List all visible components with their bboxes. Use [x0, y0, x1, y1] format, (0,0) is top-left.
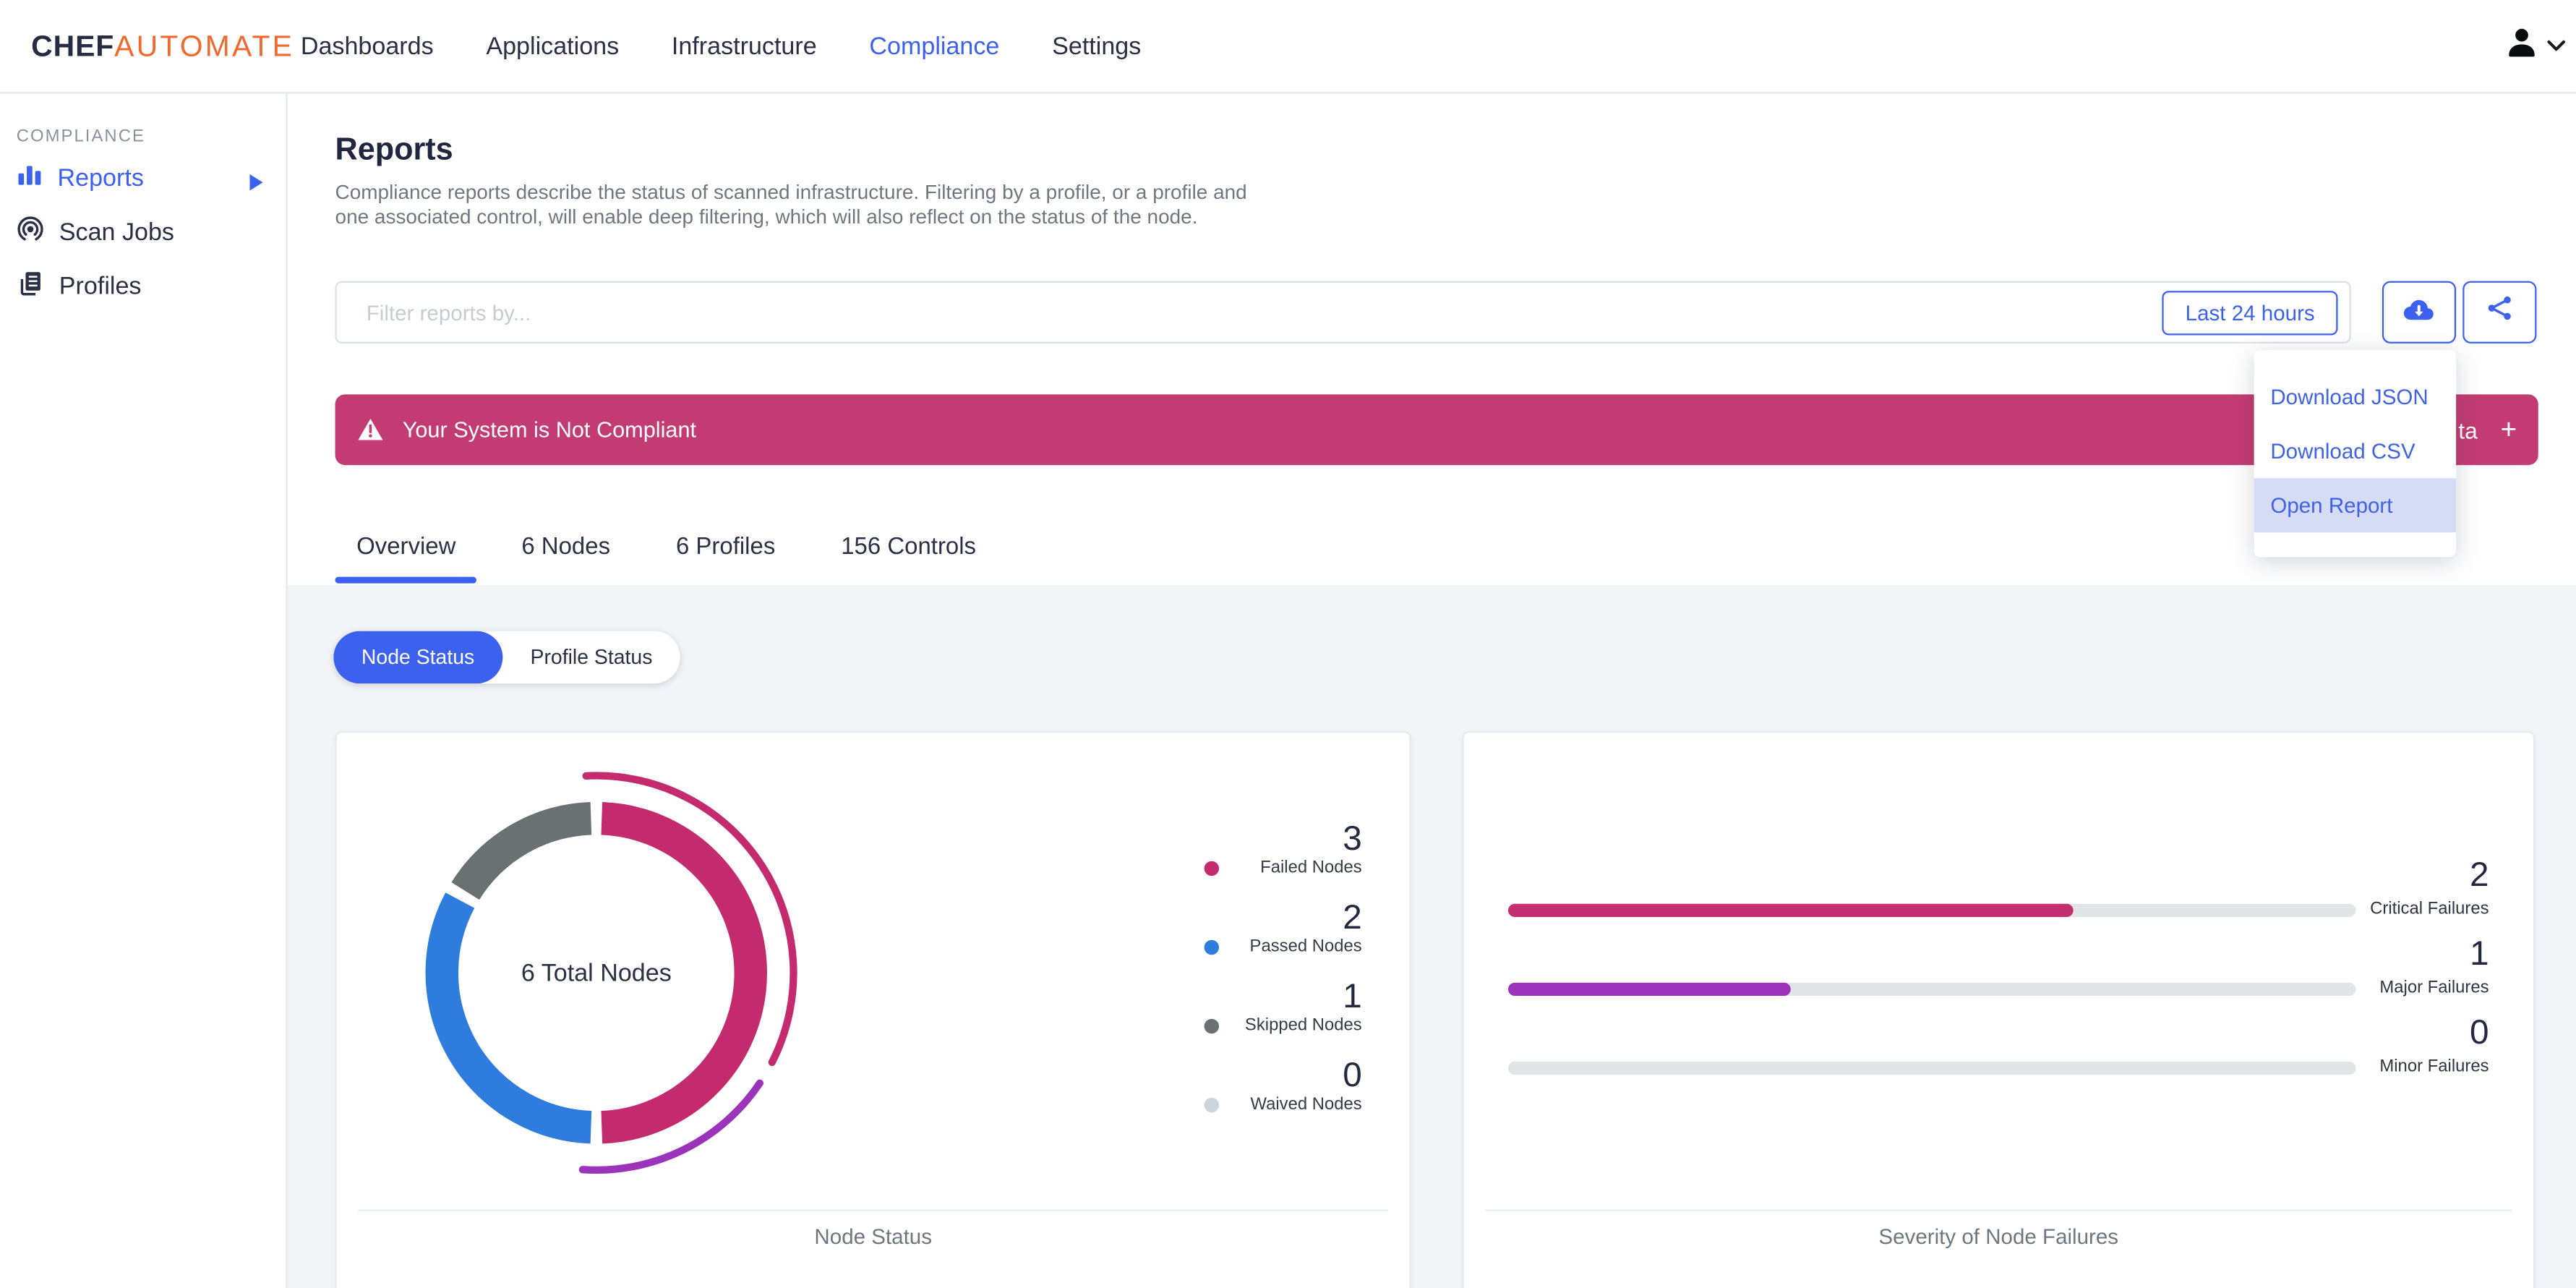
bar-label: Major Failures [2379, 978, 2489, 998]
menu-item-open-report[interactable]: Open Report [2254, 478, 2457, 533]
page-description: Compliance reports describe the status o… [335, 181, 1247, 229]
tab-profiles[interactable]: 6 Profiles [654, 508, 796, 585]
bar-label: Minor Failures [2379, 1057, 2489, 1077]
legend-item-waived: 0 Waived Nodes [1204, 1057, 1362, 1135]
compliance-banner: Your System is Not Compliant ta + [335, 394, 2538, 466]
warning-icon [356, 417, 385, 442]
page-title: Reports [335, 133, 453, 168]
page-description-line1: Compliance reports describe the status o… [335, 180, 1247, 204]
time-range-button[interactable]: Last 24 hours [2162, 291, 2338, 336]
node-status-caption: Node Status [814, 1224, 933, 1249]
critical-bar-fill [1507, 903, 2074, 917]
legend-label: Failed Nodes [1260, 858, 1362, 878]
node-status-donut-chart: 6 Total Nodes [367, 743, 826, 1203]
passed-dot-icon [1204, 939, 1220, 955]
filter-bar: Last 24 hours [335, 281, 2351, 344]
bar-track [1507, 1061, 2356, 1075]
nav-dashboards[interactable]: Dashboards [301, 33, 434, 61]
legend-value: 3 [1343, 819, 1362, 858]
tab-nodes[interactable]: 6 Nodes [500, 508, 632, 585]
sidebar-item-profiles[interactable]: Profiles [17, 265, 286, 307]
bar-label: Critical Failures [2370, 898, 2489, 919]
divider [1485, 1209, 2512, 1211]
legend-value: 2 [1343, 898, 1362, 937]
banner-message: Your System is Not Compliant [402, 417, 697, 443]
plus-icon[interactable]: + [2501, 413, 2517, 445]
bar-value: 0 [2470, 1014, 2489, 1052]
sidebar-item-scan-jobs[interactable]: Scan Jobs [17, 210, 286, 253]
user-menu[interactable] [2504, 0, 2566, 94]
bar-value: 2 [2470, 856, 2489, 895]
legend-label: Waived Nodes [1250, 1094, 1362, 1114]
cloud-download-icon [2402, 295, 2436, 330]
nav-compliance[interactable]: Compliance [869, 33, 999, 61]
skipped-dot-icon [1204, 1018, 1220, 1034]
download-button[interactable] [2382, 281, 2457, 344]
banner-right-group: ta + [2458, 413, 2517, 445]
major-failures-row: 1 Major Failures [1507, 935, 2489, 1028]
failed-dot-icon [1204, 861, 1220, 877]
report-tabs: Overview 6 Nodes 6 Profiles 156 Controls [335, 508, 998, 585]
tab-controls[interactable]: 156 Controls [820, 508, 998, 585]
sidebar: COMPLIANCE Reports Scan Jobs Profiles [0, 93, 288, 1288]
toggle-profile-status[interactable]: Profile Status [502, 631, 680, 684]
primary-nav: Dashboards Applications Infrastructure C… [301, 0, 1141, 94]
share-button[interactable] [2462, 281, 2537, 344]
top-nav-bar: CHEF AUTOMATE Dashboards Applications Inf… [0, 0, 2576, 94]
sidebar-item-label: Reports [57, 163, 144, 192]
divider [358, 1209, 1389, 1211]
minor-failures-row: 0 Minor Failures [1507, 1014, 2489, 1107]
waived-dot-icon [1204, 1097, 1220, 1113]
main-content: Reports Compliance reports describe the … [287, 93, 2576, 1288]
sidebar-item-label: Profiles [59, 272, 142, 300]
legend-item-passed: 2 Passed Nodes [1204, 899, 1362, 978]
node-status-legend: 3 Failed Nodes 2 Passed Nodes 1 Skipped … [1204, 820, 1362, 1135]
nav-settings[interactable]: Settings [1052, 33, 1141, 61]
chef-automate-app: CHEF AUTOMATE Dashboards Applications Inf… [0, 0, 2576, 1288]
sidebar-item-reports[interactable]: Reports [17, 156, 286, 199]
legend-item-skipped: 1 Skipped Nodes [1204, 978, 1362, 1057]
logo-automate: AUTOMATE [114, 29, 295, 63]
nav-applications[interactable]: Applications [486, 33, 619, 61]
node-status-card: 6 Total Nodes 3 Failed Nodes 2 Passed No… [335, 731, 1411, 1288]
severity-caption: Severity of Node Failures [1878, 1224, 2119, 1249]
donut-center-label: 6 Total Nodes [521, 958, 672, 987]
critical-failures-row: 2 Critical Failures [1507, 856, 2489, 950]
arrow-right-icon [249, 169, 263, 197]
legend-value: 1 [1343, 978, 1362, 1016]
major-bar-fill [1507, 982, 1791, 997]
legend-label: Skipped Nodes [1244, 1015, 1362, 1036]
sidebar-item-label: Scan Jobs [59, 218, 174, 246]
legend-item-failed: 3 Failed Nodes [1204, 820, 1362, 899]
bar-track [1507, 982, 2356, 997]
share-icon [2486, 294, 2514, 330]
bar-value: 1 [2470, 934, 2489, 973]
toggle-node-status[interactable]: Node Status [333, 631, 502, 684]
filter-input[interactable] [336, 282, 2111, 342]
page-description-line2: one associated control, will enable deep… [335, 205, 1198, 228]
nav-infrastructure[interactable]: Infrastructure [672, 33, 817, 61]
radar-icon [17, 215, 45, 250]
sidebar-section-label: COMPLIANCE [16, 126, 145, 147]
severity-card: 2 Critical Failures 1 Major Failures 0 M… [1462, 731, 2536, 1288]
logo-chef: CHEF [31, 29, 115, 63]
bar-track [1507, 903, 2356, 917]
bar-chart-icon [17, 161, 43, 194]
status-toggle: Node Status Profile Status [333, 631, 681, 684]
chevron-down-icon [2546, 32, 2566, 61]
legend-value: 0 [1343, 1057, 1362, 1095]
documents-icon [17, 269, 45, 304]
menu-item-download-csv[interactable]: Download CSV [2254, 424, 2456, 478]
menu-item-download-json[interactable]: Download JSON [2254, 370, 2456, 424]
user-icon [2504, 25, 2540, 69]
tab-overview[interactable]: Overview [335, 508, 478, 585]
download-menu: Download JSON Download CSV Open Report [2254, 350, 2457, 558]
app-logo[interactable]: CHEF AUTOMATE [31, 0, 294, 94]
legend-label: Passed Nodes [1249, 937, 1362, 957]
banner-partial-text: ta [2458, 417, 2478, 443]
